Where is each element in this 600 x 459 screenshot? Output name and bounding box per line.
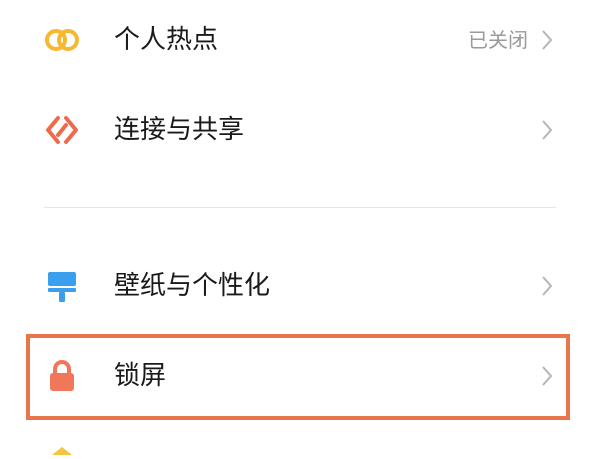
settings-item-connection-sharing[interactable]: 连接与共享 — [0, 90, 600, 170]
settings-item-lock-screen[interactable]: 锁屏 — [0, 336, 600, 416]
chevron-right-icon — [540, 364, 554, 388]
settings-item-label: 壁纸与个性化 — [114, 271, 271, 301]
connection-sharing-icon — [40, 108, 84, 152]
chevron-right-icon — [540, 118, 554, 142]
lock-icon — [40, 354, 84, 398]
hotspot-icon — [40, 18, 84, 62]
settings-item-wallpaper[interactable]: 壁纸与个性化 — [0, 246, 600, 326]
chevron-right-icon — [540, 274, 554, 298]
settings-item-hotspot[interactable]: 个人热点 已关闭 — [0, 0, 600, 80]
chevron-right-icon — [540, 28, 554, 52]
wallpaper-icon — [40, 264, 84, 308]
section-divider — [44, 207, 556, 208]
settings-item-label: 锁屏 — [114, 361, 167, 391]
settings-item-label: 连接与共享 — [114, 115, 245, 145]
partial-next-item-icon — [50, 440, 74, 455]
settings-item-label: 个人热点 — [114, 25, 219, 55]
status-text: 已关闭 — [468, 28, 528, 52]
